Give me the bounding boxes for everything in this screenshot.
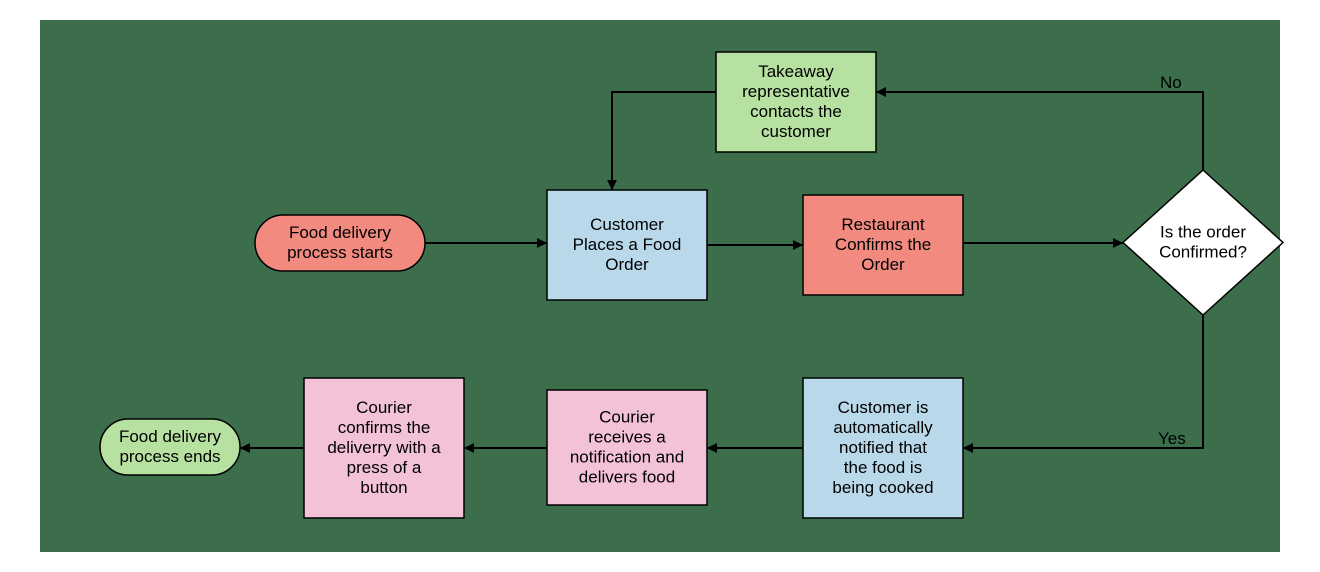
node-notified-label: Customer is xyxy=(838,398,929,417)
node-end: Food deliveryprocess ends xyxy=(100,419,240,475)
node-notified-label: the food is xyxy=(844,458,922,477)
node-placeOrder-label: Customer xyxy=(590,215,664,234)
node-start: Food deliveryprocess starts xyxy=(255,215,425,271)
node-decision-label: Confirmed? xyxy=(1159,243,1247,262)
node-takeaway-label: representative xyxy=(742,82,850,101)
node-notified-label: automatically xyxy=(833,418,933,437)
node-confirmOrder-label: Confirms the xyxy=(835,235,931,254)
node-takeaway-label: Takeaway xyxy=(758,62,834,81)
node-decision-label: Is the order xyxy=(1160,223,1246,242)
node-courierConfirm-label: confirms the xyxy=(338,418,431,437)
node-end-label: process ends xyxy=(119,447,220,466)
node-confirmOrder-label: Order xyxy=(861,255,905,274)
node-notified-label: being cooked xyxy=(832,478,933,497)
node-takeaway-label: customer xyxy=(761,122,831,141)
node-end-label: Food delivery xyxy=(119,427,222,446)
edge-e6-label: Yes xyxy=(1158,429,1186,448)
node-notified-label: notified that xyxy=(839,438,927,457)
node-courierConfirm-label: Courier xyxy=(356,398,412,417)
node-courierDeliver-label: Courier xyxy=(599,408,655,427)
node-courierConfirm-label: button xyxy=(360,478,407,497)
node-placeOrder-label: Places a Food xyxy=(573,235,682,254)
node-confirmOrder-label: Restaurant xyxy=(841,215,924,234)
node-courierConfirm-label: press of a xyxy=(347,458,422,477)
node-takeaway: Takeawayrepresentativecontacts thecustom… xyxy=(716,52,876,152)
node-confirmOrder: RestaurantConfirms theOrder xyxy=(803,195,963,295)
node-start-label: process starts xyxy=(287,243,393,262)
node-takeaway-label: contacts the xyxy=(750,102,842,121)
node-courierDeliver-label: notification and xyxy=(570,448,684,467)
edge-e4-label: No xyxy=(1160,73,1182,92)
node-start-label: Food delivery xyxy=(289,223,392,242)
node-placeOrder: CustomerPlaces a FoodOrder xyxy=(547,190,707,300)
node-courierDeliver-label: delivers food xyxy=(579,468,675,487)
node-placeOrder-label: Order xyxy=(605,255,649,274)
node-courierDeliver-label: receives a xyxy=(588,428,666,447)
node-courierDeliver: Courierreceives anotification anddeliver… xyxy=(547,390,707,505)
node-courierConfirm-label: deliverry with a xyxy=(327,438,441,457)
node-notified: Customer isautomaticallynotified thatthe… xyxy=(803,378,963,518)
node-courierConfirm: Courierconfirms thedeliverry with apress… xyxy=(304,378,464,518)
